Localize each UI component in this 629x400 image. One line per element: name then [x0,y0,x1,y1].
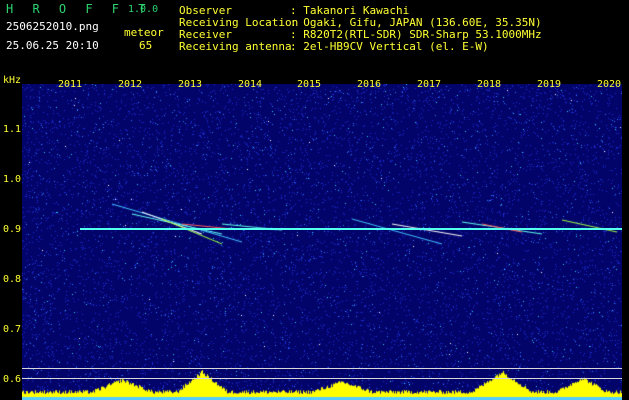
header-panel: H R O F F T 1.0.0 2506252010.png meteor … [0,0,629,70]
meteor-count: 65 [139,39,153,52]
y-tick-label: 1.1 [3,124,22,135]
y-axis-unit: kHz [3,75,22,86]
y-tick-label: 0.9 [3,224,22,235]
file-name: 2506252010.png [6,20,99,33]
meteor-label: meteor [124,26,164,39]
spectrogram-area [22,84,622,400]
x-tick-label: 2016 [357,79,382,90]
y-tick-label: 1.0 [3,174,22,185]
threshold-line [22,368,622,369]
x-tick-label: 2017 [417,79,442,90]
spectrogram-canvas [22,84,622,400]
y-tick-label: 0.6 [3,374,22,385]
x-tick-label: 2013 [178,79,203,90]
threshold-line [22,378,622,379]
x-tick-label: 2018 [477,79,502,90]
antenna-value: : 2el-HB9CV Vertical (el. E-W) [290,40,489,53]
carrier-signal-line [80,228,622,230]
y-tick-label: 0.8 [3,274,22,285]
x-tick-label: 2011 [58,79,83,90]
x-tick-label: 2012 [118,79,143,90]
x-tick-label: 2019 [537,79,562,90]
antenna-label: Receiving antenna [179,40,292,53]
y-axis: kHz 1.1 1.0 0.9 0.8 0.7 0.6 [0,70,22,400]
x-tick-label: 2014 [238,79,263,90]
file-datetime: 25.06.25 20:10 [6,39,99,52]
x-tick-label: 2020 [597,79,622,90]
x-tick-label: 2015 [297,79,322,90]
y-tick-label: 0.7 [3,324,22,335]
app-version: 1.0.0 [128,4,159,15]
